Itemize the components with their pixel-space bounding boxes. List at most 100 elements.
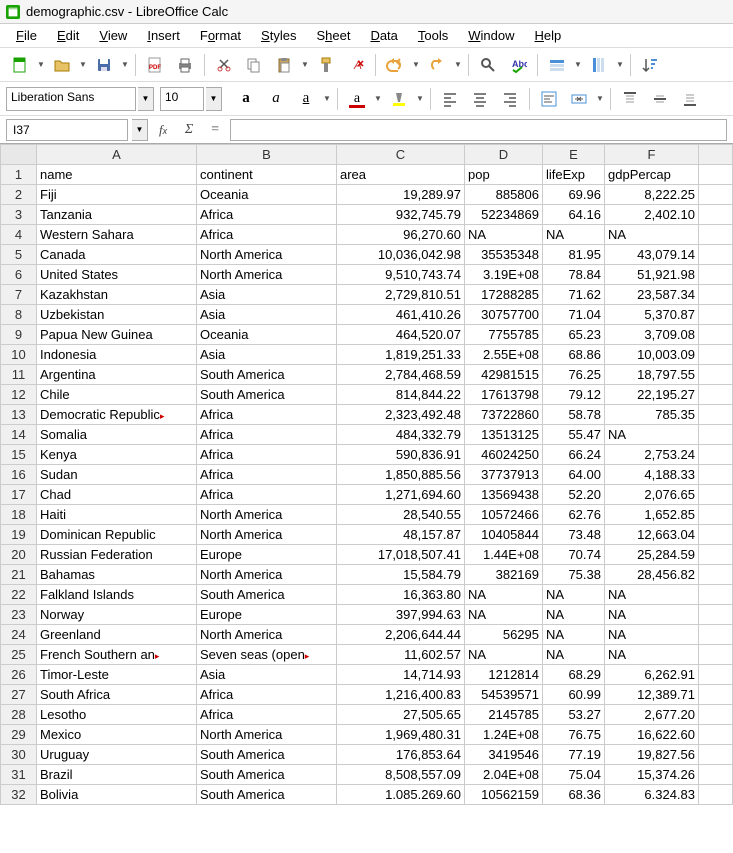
cell[interactable]: Europe [197, 545, 337, 565]
cell[interactable]: 3.19E+08 [465, 265, 543, 285]
cell[interactable]: 1,652.85 [605, 505, 699, 525]
cell[interactable] [699, 465, 733, 485]
cell[interactable]: 1,969,480.31 [337, 725, 465, 745]
cell[interactable]: NA [465, 645, 543, 665]
cell[interactable]: South America [197, 785, 337, 805]
cell[interactable]: 464,520.07 [337, 325, 465, 345]
name-box-dropdown[interactable]: ▼ [132, 119, 148, 141]
cell[interactable] [699, 225, 733, 245]
cell[interactable]: 54539571 [465, 685, 543, 705]
cell[interactable]: South America [197, 365, 337, 385]
cut-button[interactable] [210, 51, 238, 79]
cell[interactable]: Western Sahara [37, 225, 197, 245]
cell[interactable] [699, 605, 733, 625]
save-dropdown[interactable]: ▼ [120, 60, 130, 69]
cell[interactable]: 382169 [465, 565, 543, 585]
cell[interactable]: Africa [197, 445, 337, 465]
cell[interactable]: 71.62 [543, 285, 605, 305]
cell[interactable]: 77.19 [543, 745, 605, 765]
cell[interactable]: 2,076.65 [605, 485, 699, 505]
cell[interactable]: 55.47 [543, 425, 605, 445]
row-header[interactable]: 17 [1, 485, 37, 505]
cell[interactable]: 1,216,400.83 [337, 685, 465, 705]
menu-data[interactable]: Data [362, 26, 405, 45]
align-bottom-button[interactable] [676, 85, 704, 113]
row-header[interactable]: 11 [1, 365, 37, 385]
row-header[interactable]: 18 [1, 505, 37, 525]
row-header[interactable]: 25 [1, 645, 37, 665]
align-right-button[interactable] [496, 85, 524, 113]
cell[interactable]: Africa [197, 465, 337, 485]
column-header-F[interactable]: F [605, 145, 699, 165]
cell[interactable]: 15,374.26 [605, 765, 699, 785]
cell[interactable]: name [37, 165, 197, 185]
menu-sheet[interactable]: Sheet [308, 26, 358, 45]
cell[interactable]: Timor-Leste [37, 665, 197, 685]
row-header[interactable]: 5 [1, 245, 37, 265]
cell[interactable]: Mexico [37, 725, 197, 745]
cell[interactable]: pop [465, 165, 543, 185]
font-color-dropdown[interactable]: ▼ [373, 94, 383, 103]
select-all-corner[interactable] [1, 145, 37, 165]
print-button[interactable] [171, 51, 199, 79]
cell[interactable]: Norway [37, 605, 197, 625]
cell[interactable]: South America [197, 745, 337, 765]
cell[interactable]: 1,271,694.60 [337, 485, 465, 505]
cell[interactable]: 62.76 [543, 505, 605, 525]
cell[interactable]: 1,850,885.56 [337, 465, 465, 485]
merge-cells-button[interactable] [565, 85, 593, 113]
cell[interactable]: 81.95 [543, 245, 605, 265]
cell[interactable]: Bahamas [37, 565, 197, 585]
row-header[interactable]: 26 [1, 665, 37, 685]
cell[interactable]: Somalia [37, 425, 197, 445]
menu-styles[interactable]: Styles [253, 26, 304, 45]
cell[interactable]: NA [543, 225, 605, 245]
font-size-input[interactable]: 10 [160, 87, 204, 111]
cell[interactable]: 3419546 [465, 745, 543, 765]
cell[interactable]: Fiji [37, 185, 197, 205]
cell[interactable]: 70.74 [543, 545, 605, 565]
cell[interactable] [699, 265, 733, 285]
cell[interactable] [699, 285, 733, 305]
row-header[interactable]: 31 [1, 765, 37, 785]
cell[interactable]: 73.48 [543, 525, 605, 545]
cell[interactable]: 16,363.80 [337, 585, 465, 605]
column-header-D[interactable]: D [465, 145, 543, 165]
cell[interactable] [699, 165, 733, 185]
cell[interactable]: 52234869 [465, 205, 543, 225]
cell[interactable]: 56295 [465, 625, 543, 645]
cell[interactable] [699, 445, 733, 465]
menu-view[interactable]: View [91, 26, 135, 45]
cell[interactable]: Dominican Republic [37, 525, 197, 545]
row-header[interactable]: 14 [1, 425, 37, 445]
row-header[interactable]: 10 [1, 345, 37, 365]
cell[interactable] [699, 345, 733, 365]
clone-formatting-button[interactable] [312, 51, 340, 79]
cell[interactable]: 1.44E+08 [465, 545, 543, 565]
cell[interactable]: 43,079.14 [605, 245, 699, 265]
cell[interactable]: 75.04 [543, 765, 605, 785]
cell[interactable]: 3,709.08 [605, 325, 699, 345]
cell[interactable]: 79.12 [543, 385, 605, 405]
row-header[interactable]: 2 [1, 185, 37, 205]
cell[interactable]: gdpPercap [605, 165, 699, 185]
cell[interactable]: Oceania [197, 325, 337, 345]
cell[interactable] [699, 305, 733, 325]
align-left-button[interactable] [436, 85, 464, 113]
cell[interactable]: 6.324.83 [605, 785, 699, 805]
cell[interactable]: 64.00 [543, 465, 605, 485]
font-color-button[interactable]: a [343, 85, 371, 113]
cell[interactable]: Asia [197, 665, 337, 685]
cell[interactable]: 1212814 [465, 665, 543, 685]
cell[interactable]: 64.16 [543, 205, 605, 225]
cell[interactable]: 23,587.34 [605, 285, 699, 305]
cell[interactable]: 785.35 [605, 405, 699, 425]
cell[interactable]: NA [605, 605, 699, 625]
column-header-B[interactable]: B [197, 145, 337, 165]
underline-button[interactable]: a [292, 85, 320, 113]
cell[interactable]: Lesotho [37, 705, 197, 725]
cell[interactable]: 484,332.79 [337, 425, 465, 445]
row-header[interactable]: 20 [1, 545, 37, 565]
row-header[interactable]: 7 [1, 285, 37, 305]
cell[interactable]: 4,188.33 [605, 465, 699, 485]
